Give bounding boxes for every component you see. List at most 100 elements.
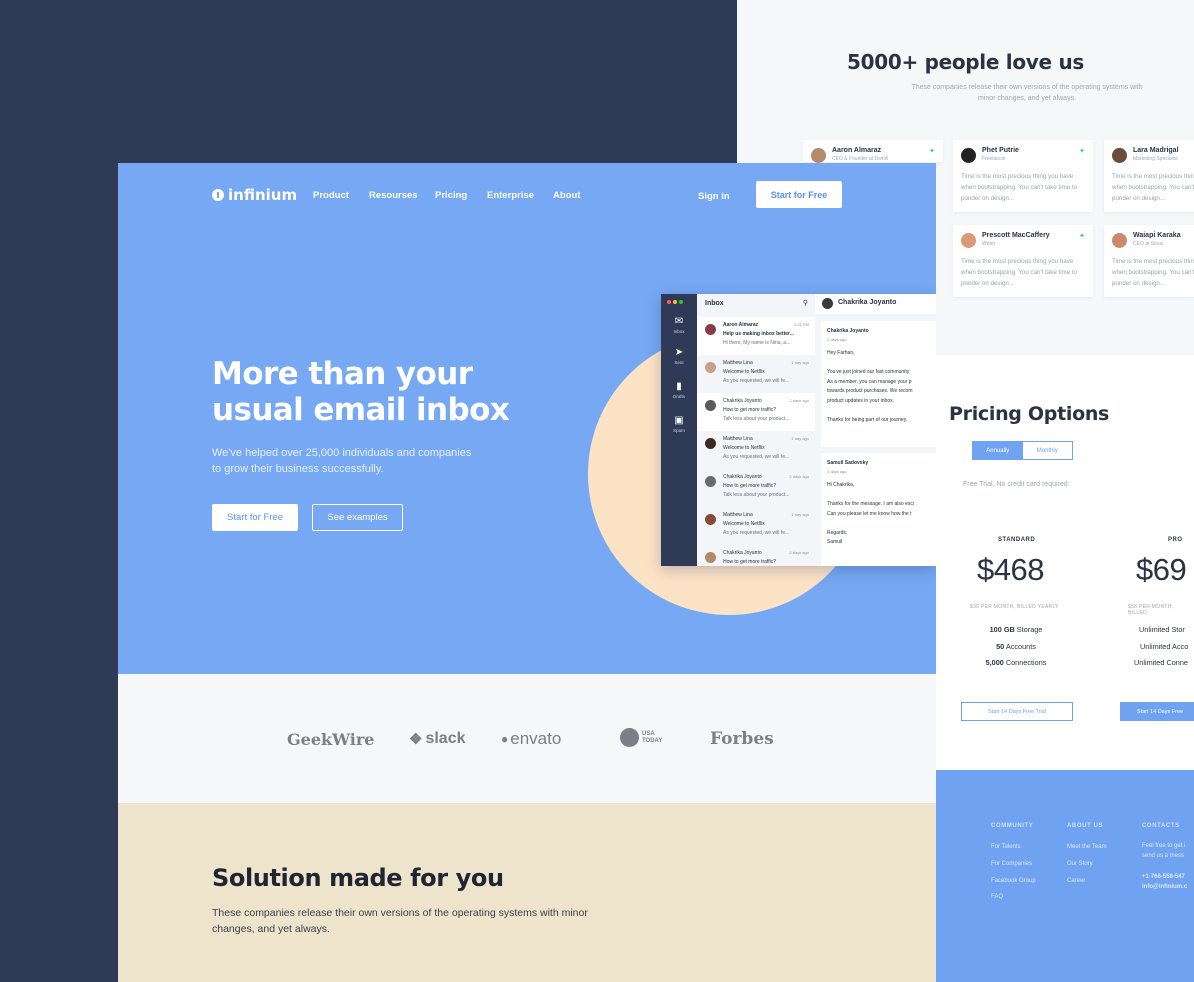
plan-feature: 100 GB Storage <box>989 625 1043 634</box>
list-item[interactable]: Matthew Lina 1 day ago Welcome to Netfli… <box>697 431 815 469</box>
spam-box-icon: ▣ <box>674 415 684 426</box>
footer-link[interactable]: Career <box>1067 878 1085 884</box>
search-icon[interactable]: ⚲ <box>803 299 808 307</box>
avatar <box>1112 148 1127 163</box>
footer-link[interactable]: Our Story <box>1067 861 1093 867</box>
list-title: Inbox <box>705 300 724 307</box>
inbox-app-mockup: ✉ Inbox ➤ Sent ▮ Drafts ▣ Spam Inbox ⚲ Aaron… <box>661 294 936 566</box>
testimonial-card: Aaron Almaraz CEO & Founder at Dwroll ✦ <box>803 140 943 163</box>
testimonial-text: Time is the most precious thing you have… <box>1112 258 1194 287</box>
footer-contact-line: Feel free to get i <box>1142 843 1186 849</box>
avatar <box>705 514 716 525</box>
sidebar-item-drafts[interactable]: ▮ Drafts <box>661 381 697 399</box>
sign-in-link[interactable]: Sign in <box>698 191 730 202</box>
plan-price: $69 <box>1136 552 1187 587</box>
message-list: Inbox ⚲ Aaron Almaraz 2:42 PM Help us ma… <box>697 294 815 566</box>
list-item[interactable]: Chakrika Joyanto 2 days ago How to get m… <box>697 469 815 507</box>
avatar <box>705 552 716 563</box>
brand-envato: ● envato <box>501 729 562 748</box>
footer-heading-community: COMMUNITY <box>991 823 1034 829</box>
testimonial-name: Waiapi Karaka <box>1133 232 1181 239</box>
window-close-dot <box>667 300 671 304</box>
avatar <box>961 233 976 248</box>
footer-link[interactable]: Meet the Team <box>1067 844 1107 850</box>
footer-contact-line: send us a mess <box>1142 853 1185 859</box>
logo-text: infinium <box>228 186 298 204</box>
paper-plane-icon: ➤ <box>674 347 684 358</box>
footer-link[interactable]: Facebook Group <box>991 878 1036 884</box>
start-for-free-button[interactable]: Start for Free <box>756 181 842 208</box>
testimonial-text: Time is the most precious thing you have… <box>961 258 1078 287</box>
hero-start-button[interactable]: Start for Free <box>212 504 298 531</box>
footer-phone[interactable]: +1-766-558-547 <box>1142 874 1185 880</box>
footer-email[interactable]: info@infinium.c <box>1142 884 1187 890</box>
billing-toggle[interactable]: Annually Monthly <box>972 441 1073 460</box>
start-trial-button[interactable]: Start 14 Days Free Trial <box>961 702 1073 721</box>
nav-enterprise[interactable]: Enterprise <box>487 190 534 201</box>
sidebar-item-sent[interactable]: ➤ Sent <box>661 347 697 365</box>
testimonial-text: Time is the most precious thing you have… <box>1112 173 1194 202</box>
slack-hash-icon: ❖ <box>409 731 423 748</box>
list-item[interactable]: Chakrika Joyanto 2 days ago How to get m… <box>697 393 815 431</box>
plan-feature: Unlimited Stor <box>1139 625 1185 634</box>
footer-link[interactable]: For Companies <box>991 861 1032 867</box>
testimonial-role: CEO & Founder at Dwroll <box>832 156 889 162</box>
nav-about[interactable]: About <box>553 190 580 201</box>
plan-feature: Unlimited Acco <box>1140 642 1189 651</box>
brand-logo[interactable]: infinium <box>212 186 297 204</box>
reader-contact-name: Chakrika Joyanto <box>838 299 897 306</box>
avatar <box>705 324 716 335</box>
plan-billing: $39 PER MONTH, BILLED YEARLY <box>970 604 1059 610</box>
plan-feature: 5,000 Connections <box>985 658 1047 667</box>
nav-pricing[interactable]: Pricing <box>435 190 467 201</box>
footer-link[interactable]: For Talents <box>991 844 1021 850</box>
testimonial-card: Phet Putrie Freelancer ✦ Time is the mos… <box>953 140 1093 212</box>
solution-section: Solution made for you These companies re… <box>118 803 936 982</box>
sidebar-item-inbox[interactable]: ✉ Inbox <box>661 316 697 334</box>
nav-resources[interactable]: Resourses <box>369 190 418 201</box>
plan-feature: Unlimited Conne <box>1134 658 1188 667</box>
testimonial-name: Lara Madrigal <box>1133 147 1179 154</box>
sidebar-item-spam[interactable]: ▣ Spam <box>661 415 697 433</box>
footer-link[interactable]: FAQ <box>991 894 1003 900</box>
window-maximize-dot <box>679 300 683 304</box>
testimonial-role: Writer <box>982 241 996 247</box>
brand-slack: ❖ slack <box>409 730 466 748</box>
plan-name: PRO <box>1168 537 1183 543</box>
solution-title: Solution made for you <box>212 864 504 892</box>
list-item[interactable]: Matthew Lina 1 day ago Welcome to Netfli… <box>697 507 815 545</box>
plan-name: STANDARD <box>998 537 1036 543</box>
nav-product[interactable]: Product <box>313 190 349 201</box>
plan-price: $468 <box>977 552 1044 587</box>
brand-logos-band: GeekWire ❖ slack ● envato USA TODAY Forbes <box>118 674 936 803</box>
testimonial-card: Prescott MacCaffery Writer ✦ Time is the… <box>953 225 1093 297</box>
pricing-note: Free Trial. No credit card required. <box>963 481 1070 488</box>
toggle-annually[interactable]: Annually <box>973 442 1023 459</box>
avatar <box>705 400 716 411</box>
pricing-title: Pricing Options <box>949 403 1110 425</box>
toggle-monthly[interactable]: Monthly <box>1022 442 1072 459</box>
list-item[interactable]: Matthew Lina 1 day ago Welcome to Netfli… <box>697 355 815 393</box>
leaf-icon: ● <box>501 732 509 746</box>
solution-subtitle: These companies release their own versio… <box>212 907 588 935</box>
twitter-icon[interactable]: ✦ <box>929 147 935 155</box>
hero-section: infinium Product Resourses Pricing Enter… <box>118 163 936 674</box>
avatar <box>705 476 716 487</box>
twitter-icon[interactable]: ✦ <box>1079 147 1085 155</box>
twitter-icon[interactable]: ✦ <box>1079 232 1085 240</box>
plan-feature: 50 Accounts <box>996 642 1036 651</box>
list-item[interactable]: Aaron Almaraz 2:42 PM Help us making inb… <box>697 317 815 355</box>
avatar <box>705 438 716 449</box>
list-item[interactable]: Chakrika Joyanto 2 days ago How to get m… <box>697 545 815 566</box>
testimonial-name: Aaron Almaraz <box>832 147 882 154</box>
brand-usa-today: USA TODAY <box>620 728 668 747</box>
thread-message: Samuil Sadovsky 2 days ago Hi Chakrika, … <box>821 453 936 566</box>
avatar <box>1112 233 1127 248</box>
start-trial-button[interactable]: Start 14 Days Free <box>1120 702 1194 721</box>
see-examples-button[interactable]: See examples <box>312 504 403 531</box>
thread-message: Chakrika Joyanto 2 days ago Hey Farhan, … <box>821 321 936 447</box>
footer-heading-about: ABOUT US <box>1067 823 1104 829</box>
testimonial-text: Time is the most precious thing you have… <box>961 173 1078 202</box>
testimonial-name: Phet Putrie <box>982 147 1019 154</box>
avatar <box>811 148 826 163</box>
